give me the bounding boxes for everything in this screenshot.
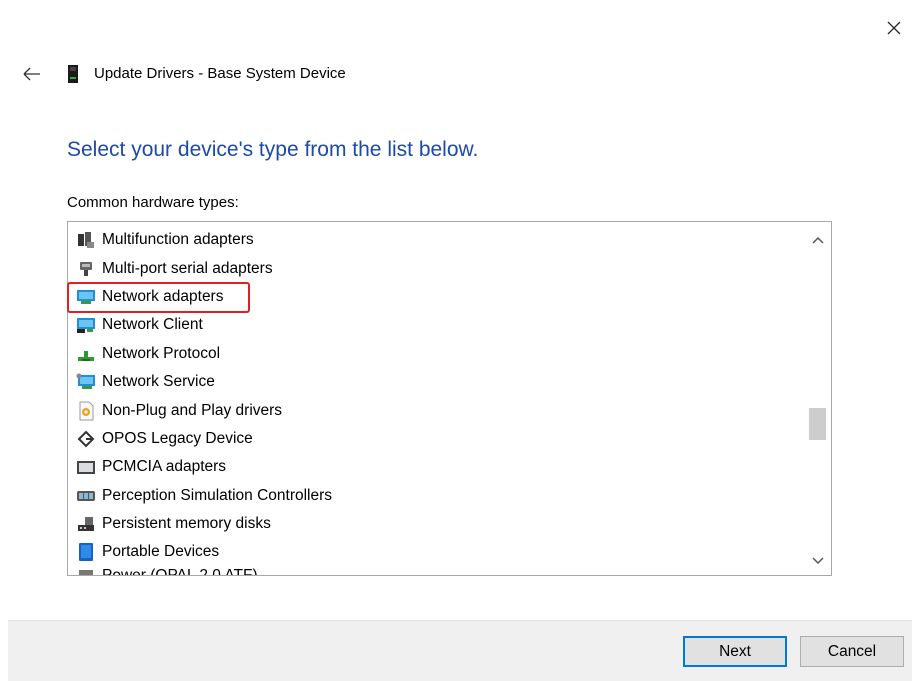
list-item-persistent-memory-disks[interactable]: Persistent memory disks — [68, 510, 804, 538]
list-item-perception-simulation-controllers[interactable]: Perception Simulation Controllers — [68, 482, 804, 510]
non-plug-and-play-icon — [76, 401, 96, 421]
list-item-network-service[interactable]: Network Service — [68, 368, 804, 396]
network-protocol-icon — [76, 344, 96, 364]
list-item-opos-legacy-device[interactable]: OPOS Legacy Device — [68, 425, 804, 453]
list-item-network-client[interactable]: Network Client — [68, 311, 804, 339]
pcmcia-adapter-icon — [76, 457, 96, 477]
next-button[interactable]: Next — [683, 636, 787, 667]
network-client-icon — [76, 315, 96, 335]
hardware-types-list: Multifunction adapters Multi-port serial… — [68, 226, 804, 575]
close-icon — [887, 21, 901, 35]
opos-device-icon — [76, 429, 96, 449]
portable-device-icon — [76, 542, 96, 562]
serial-adapter-icon — [76, 259, 96, 279]
list-item-portable-devices[interactable]: Portable Devices — [68, 538, 804, 566]
close-button[interactable] — [880, 14, 908, 42]
list-scrollbar[interactable] — [804, 222, 831, 575]
chevron-up-icon — [811, 236, 824, 244]
scroll-thumb[interactable] — [809, 408, 826, 440]
device-icon — [68, 65, 78, 83]
hardware-types-listbox[interactable]: Multifunction adapters Multi-port serial… — [67, 221, 832, 576]
perception-controller-icon — [76, 486, 96, 506]
list-item-non-plug-and-play-drivers[interactable]: Non-Plug and Play drivers — [68, 396, 804, 424]
window-title: Update Drivers - Base System Device — [94, 65, 346, 82]
list-item-network-adapters[interactable]: Network adapters — [68, 283, 804, 311]
cancel-button[interactable]: Cancel — [800, 636, 904, 667]
back-button[interactable] — [18, 60, 46, 88]
page-heading: Select your device's type from the list … — [67, 138, 479, 161]
update-drivers-window: Update Drivers - Base System Device Sele… — [0, 0, 912, 681]
list-item-pcmcia-adapters[interactable]: PCMCIA adapters — [68, 453, 804, 481]
dialog-footer: Next Cancel — [8, 620, 912, 681]
persistent-memory-icon — [76, 514, 96, 534]
power-icon — [76, 567, 96, 575]
scroll-up-button[interactable] — [804, 226, 831, 254]
list-item-multi-port-serial-adapters[interactable]: Multi-port serial adapters — [68, 254, 804, 282]
scroll-down-button[interactable] — [804, 547, 831, 575]
list-label: Common hardware types: — [67, 194, 239, 211]
list-item-multifunction-adapters[interactable]: Multifunction adapters — [68, 226, 804, 254]
network-service-icon — [76, 372, 96, 392]
list-item-network-protocol[interactable]: Network Protocol — [68, 340, 804, 368]
back-arrow-icon — [23, 67, 40, 81]
chevron-down-icon — [811, 557, 824, 565]
list-item-power-opal[interactable]: Power (OPAL 2.0 ATF) — [68, 567, 804, 575]
network-adapter-icon — [76, 287, 96, 307]
multifunction-adapter-icon — [76, 230, 96, 250]
